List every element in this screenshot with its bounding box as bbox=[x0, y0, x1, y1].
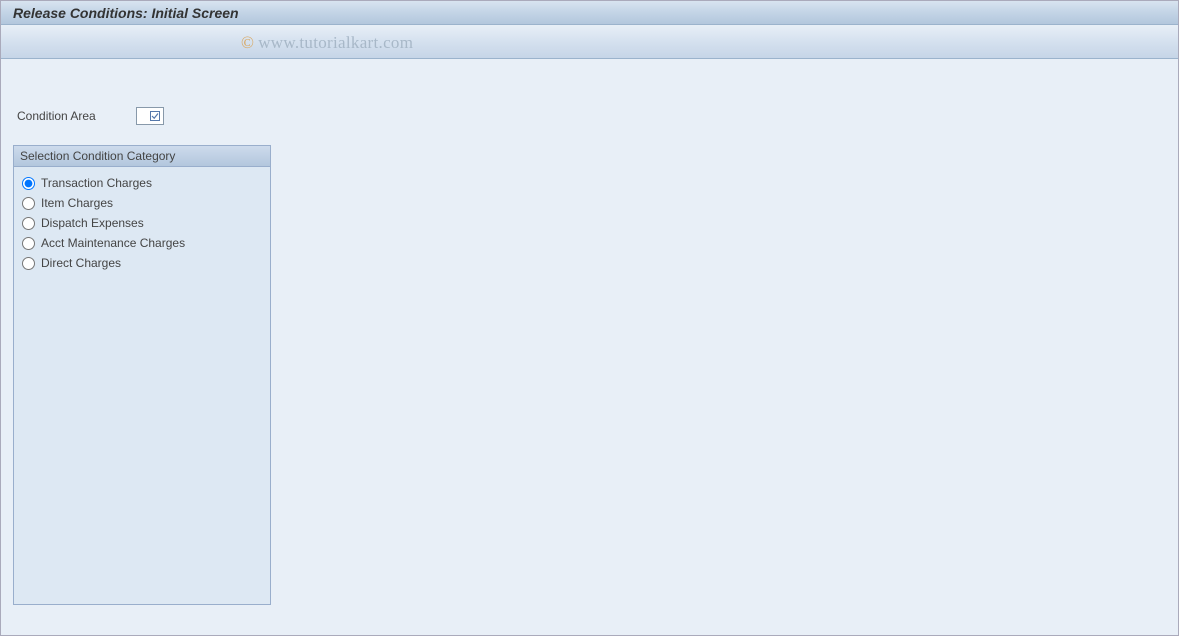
radio-input-direct-charges[interactable] bbox=[22, 257, 35, 270]
page-title: Release Conditions: Initial Screen bbox=[13, 5, 239, 21]
condition-area-row: Condition Area bbox=[17, 107, 1166, 125]
selection-category-group: Selection Condition Category Transaction… bbox=[13, 145, 271, 605]
radio-label: Item Charges bbox=[41, 196, 113, 210]
radio-label: Acct Maintenance Charges bbox=[41, 236, 185, 250]
radio-direct-charges[interactable]: Direct Charges bbox=[20, 253, 264, 273]
condition-area-label: Condition Area bbox=[17, 109, 96, 123]
radio-label: Dispatch Expenses bbox=[41, 216, 144, 230]
copyright-icon: © bbox=[241, 33, 254, 52]
content-area: Condition Area Selection Condition Categ… bbox=[1, 59, 1178, 635]
radio-input-transaction-charges[interactable] bbox=[22, 177, 35, 190]
watermark-text: www.tutorialkart.com bbox=[258, 33, 413, 52]
radio-acct-maintenance-charges[interactable]: Acct Maintenance Charges bbox=[20, 233, 264, 253]
radio-label: Transaction Charges bbox=[41, 176, 152, 190]
radio-dispatch-expenses[interactable]: Dispatch Expenses bbox=[20, 213, 264, 233]
radio-item-charges[interactable]: Item Charges bbox=[20, 193, 264, 213]
titlebar: Release Conditions: Initial Screen bbox=[1, 1, 1178, 25]
radio-input-acct-maintenance-charges[interactable] bbox=[22, 237, 35, 250]
radio-input-item-charges[interactable] bbox=[22, 197, 35, 210]
radio-input-dispatch-expenses[interactable] bbox=[22, 217, 35, 230]
app-window: Release Conditions: Initial Screen ©www.… bbox=[0, 0, 1179, 636]
group-title: Selection Condition Category bbox=[14, 146, 270, 167]
radio-transaction-charges[interactable]: Transaction Charges bbox=[20, 173, 264, 193]
condition-area-input[interactable] bbox=[136, 107, 164, 125]
radio-label: Direct Charges bbox=[41, 256, 121, 270]
radio-list: Transaction Charges Item Charges Dispatc… bbox=[14, 167, 270, 279]
watermark: ©www.tutorialkart.com bbox=[241, 33, 413, 53]
condition-area-input-wrap bbox=[136, 107, 164, 125]
toolbar: ©www.tutorialkart.com bbox=[1, 25, 1178, 59]
